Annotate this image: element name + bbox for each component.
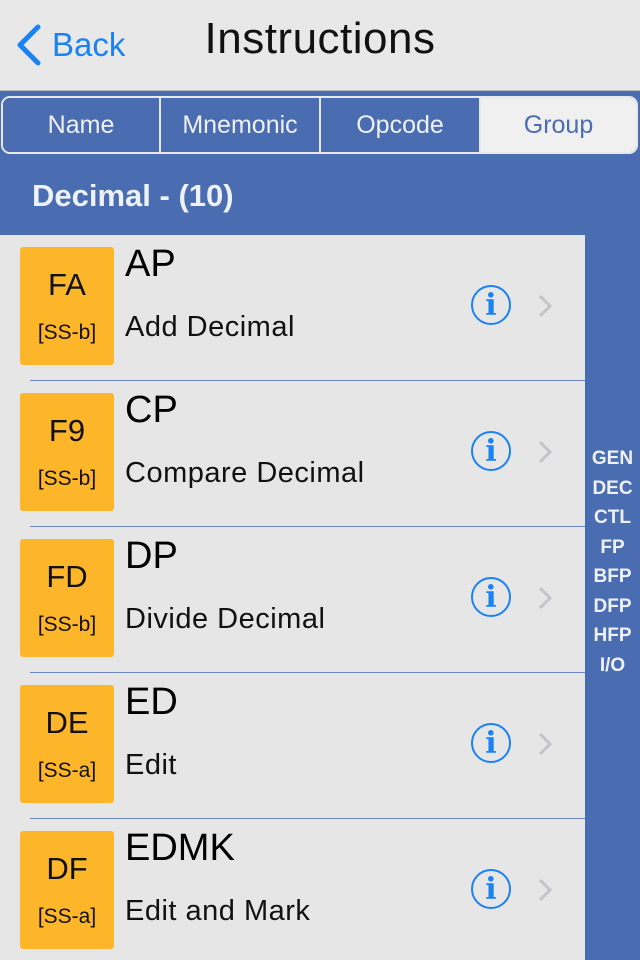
list-item[interactable]: DE [SS-a] ED Edit i [0,673,585,819]
format: [SS-a] [37,759,97,782]
sort-segmented-control: Name Mnemonic Opcode Group [1,96,638,154]
mnemonic: ED [125,681,178,723]
section-index[interactable]: GEN DEC CTL FP BFP DFP HFP I/O [585,444,640,680]
mnemonic: EDMK [125,827,235,869]
opcode-badge: DE [SS-a] [20,685,114,803]
format: [SS-b] [37,321,97,344]
info-icon[interactable]: i [471,723,511,763]
description: Add Decimal [125,311,295,343]
navigation-bar: Back Instructions [0,0,640,91]
list-item[interactable]: DF [SS-a] EDMK Edit and Mark i [0,819,585,960]
chevron-right-icon [538,878,553,902]
mnemonic: AP [125,243,176,285]
description: Divide Decimal [125,603,326,635]
instruction-list: FA [SS-b] AP Add Decimal i F9 [SS-b] CP … [0,235,585,960]
info-icon[interactable]: i [471,869,511,909]
section-header: Decimal - (10) [32,178,234,213]
opcode-badge: F9 [SS-b] [20,393,114,511]
list-item[interactable]: FD [SS-b] DP Divide Decimal i [0,527,585,673]
index-item-gen[interactable]: GEN [592,444,633,474]
index-item-dfp[interactable]: DFP [594,592,632,622]
index-item-ctl[interactable]: CTL [594,503,631,533]
index-item-dec[interactable]: DEC [592,474,632,504]
format: [SS-b] [37,467,97,490]
index-item-bfp[interactable]: BFP [594,562,632,592]
chevron-right-icon [538,294,553,318]
description: Edit [125,749,177,781]
format: [SS-a] [37,905,97,928]
mnemonic: CP [125,389,178,431]
opcode: DF [46,851,88,886]
list-item[interactable]: F9 [SS-b] CP Compare Decimal i [0,381,585,527]
opcode: F9 [48,413,86,448]
info-icon[interactable]: i [471,285,511,325]
index-item-hfp[interactable]: HFP [594,621,632,651]
index-item-fp[interactable]: FP [600,533,624,563]
description: Compare Decimal [125,457,365,489]
description: Edit and Mark [125,895,311,927]
opcode: FA [48,267,86,302]
format: [SS-b] [37,613,97,636]
opcode: FD [46,559,88,594]
opcode-badge: DF [SS-a] [20,831,114,949]
list-item[interactable]: FA [SS-b] AP Add Decimal i [0,235,585,381]
chevron-right-icon [538,586,553,610]
opcode-badge: FA [SS-b] [20,247,114,365]
opcode: DE [45,705,89,740]
segment-mnemonic[interactable]: Mnemonic [161,98,321,152]
info-icon[interactable]: i [471,431,511,471]
info-icon[interactable]: i [471,577,511,617]
segment-name[interactable]: Name [3,98,161,152]
mnemonic: DP [125,535,178,577]
page-title: Instructions [204,14,436,63]
opcode-badge: FD [SS-b] [20,539,114,657]
segment-group[interactable]: Group [481,98,636,152]
index-item-io[interactable]: I/O [600,651,625,681]
segment-opcode[interactable]: Opcode [321,98,481,152]
chevron-right-icon [538,440,553,464]
chevron-right-icon [538,732,553,756]
